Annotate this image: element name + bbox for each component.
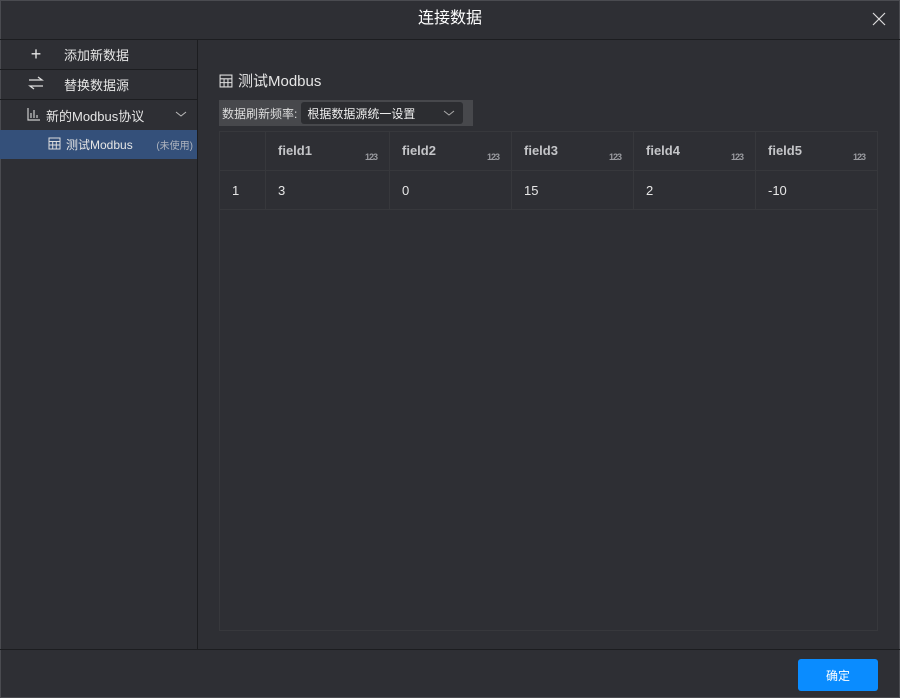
column-header[interactable]: field5 123 (756, 132, 877, 170)
column-header[interactable]: field4 123 (634, 132, 756, 170)
table-cell: -10 (768, 182, 787, 198)
close-icon[interactable] (870, 10, 888, 28)
chevron-down-icon (444, 110, 455, 116)
refresh-label: 数据刷新频率: (222, 106, 298, 121)
main-panel: 测试Modbus 数据刷新频率: 根据数据源统一设置 field1 123 fie… (199, 40, 899, 649)
dialog-footer: 确定 (0, 649, 900, 698)
refresh-select-value: 根据数据源统一设置 (307, 106, 416, 121)
sidebar-group-modbus[interactable]: 新的Modbus协议 (0, 100, 197, 130)
data-table: field1 123 field2 123 field3 123 field4 123 … (219, 131, 878, 631)
column-name: field1 (278, 143, 312, 158)
replace-source-label: 替换数据源 (64, 78, 130, 93)
number-type-icon: 123 (608, 152, 622, 162)
number-type-icon: 123 (364, 152, 378, 162)
plus-icon: + (30, 44, 42, 64)
page-title-text: 测试Modbus (238, 73, 322, 90)
column-name: field2 (402, 143, 436, 158)
table-row: 1 3 0 15 2 -10 (220, 171, 877, 210)
confirm-button[interactable]: 确定 (798, 659, 878, 691)
index-header (220, 132, 266, 170)
item-label: 测试Modbus (66, 138, 133, 152)
column-header[interactable]: field3 123 (512, 132, 634, 170)
bar-chart-icon (26, 105, 42, 126)
column-name: field3 (524, 143, 558, 158)
column-header[interactable]: field2 123 (390, 132, 512, 170)
swap-icon (26, 74, 46, 95)
dialog-title: 连接数据 (417, 10, 482, 27)
table-header: field1 123 field2 123 field3 123 field4 123 … (220, 132, 877, 171)
number-type-icon: 123 (730, 152, 744, 162)
add-data-button[interactable]: + 添加新数据 (0, 40, 197, 70)
table-cell: 15 (512, 171, 634, 209)
number-type-icon: 123 (852, 152, 866, 162)
sidebar: + 添加新数据 替换数据源 新的Modbus协议 测试Modbus (未使用) (0, 40, 198, 649)
table-cell: 0 (390, 171, 512, 209)
refresh-toolbar: 数据刷新频率: 根据数据源统一设置 (219, 100, 473, 126)
column-header[interactable]: field1 123 (266, 132, 390, 170)
column-name: field5 (768, 143, 802, 158)
column-name: field4 (646, 143, 680, 158)
chevron-down-icon[interactable] (175, 108, 187, 120)
dialog-titlebar: 连接数据 (0, 0, 900, 40)
item-status: (未使用) (156, 141, 193, 152)
replace-source-button[interactable]: 替换数据源 (0, 70, 197, 100)
number-type-icon: 123 (486, 152, 500, 162)
group-label: 新的Modbus协议 (46, 108, 145, 124)
table-cell: 3 (266, 171, 390, 209)
table-icon (46, 134, 62, 155)
page-title: 测试Modbus (219, 70, 321, 91)
row-index: 1 (220, 171, 266, 209)
table-icon (219, 74, 233, 87)
add-data-label: 添加新数据 (64, 48, 130, 63)
table-cell: 2 (634, 171, 756, 209)
refresh-select[interactable]: 根据数据源统一设置 (301, 102, 464, 124)
sidebar-item-test-modbus[interactable]: 测试Modbus (未使用) (0, 130, 197, 159)
